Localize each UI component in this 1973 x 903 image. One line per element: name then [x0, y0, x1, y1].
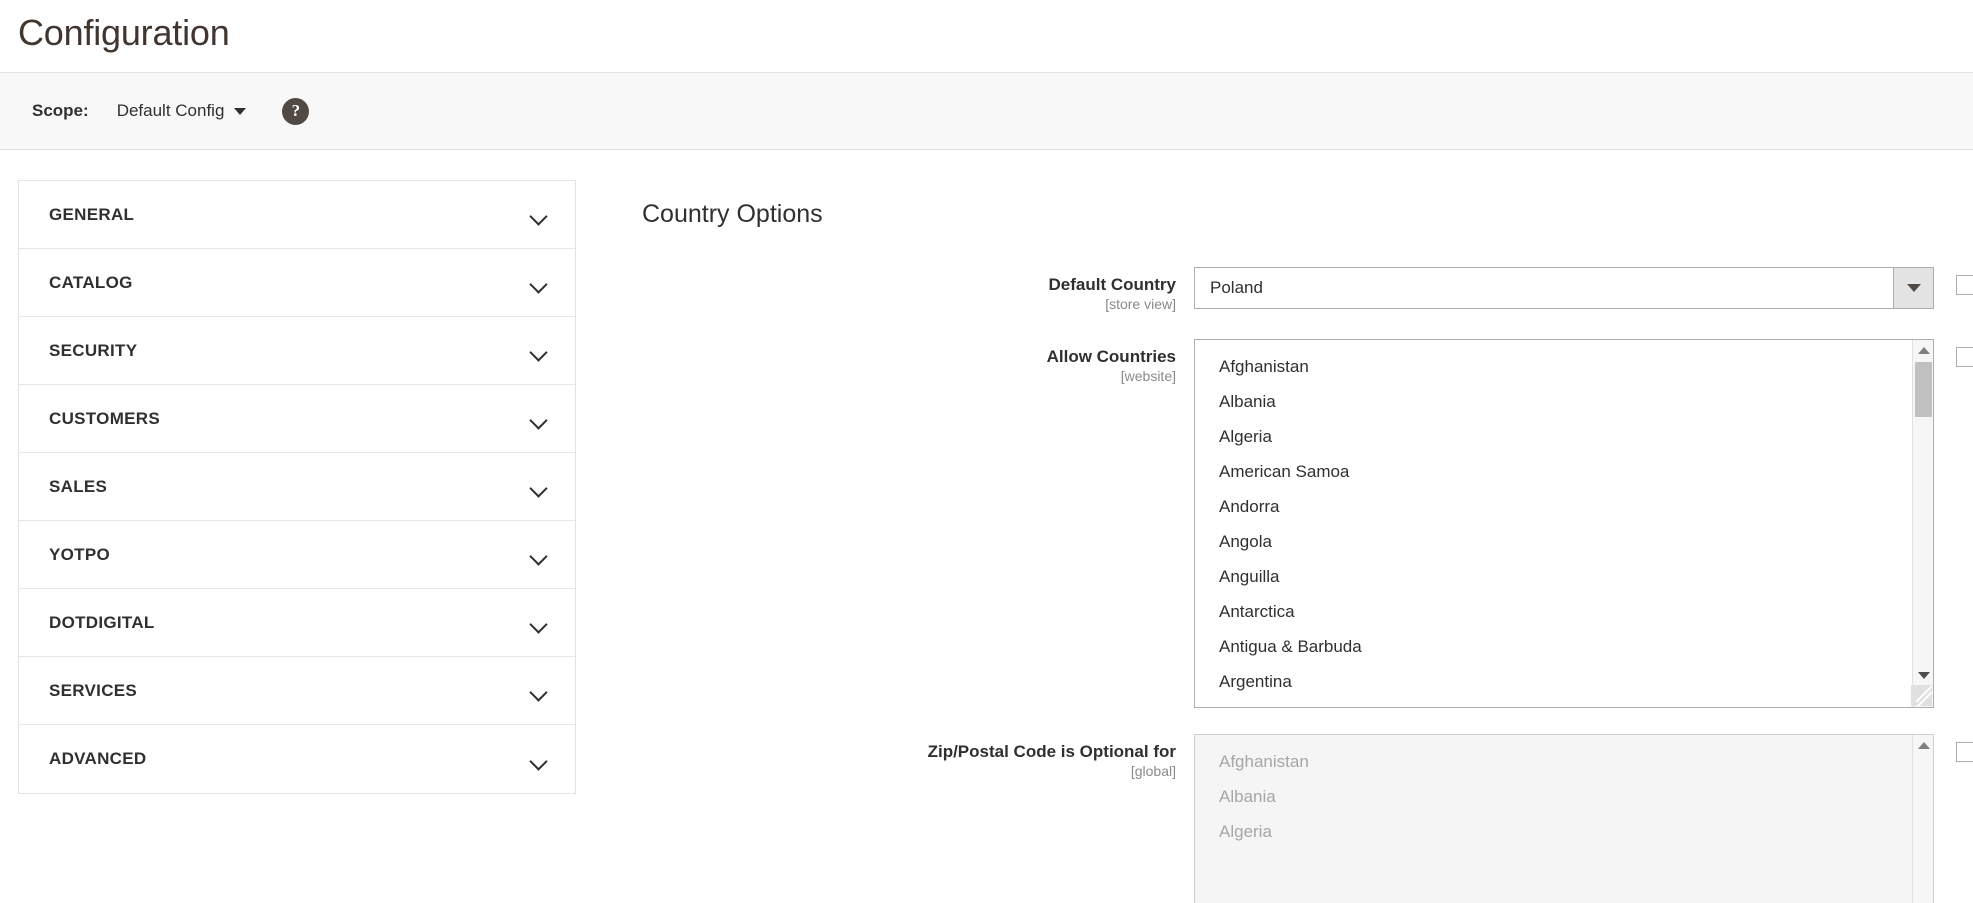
- scrollbar-thumb[interactable]: [1915, 362, 1932, 417]
- scroll-down-arrow-icon[interactable]: [1913, 665, 1933, 685]
- list-item: Algeria: [1219, 822, 1272, 841]
- list-item[interactable]: Afghanistan: [1195, 349, 1933, 384]
- sidebar-item-label: SERVICES: [49, 680, 138, 700]
- list-item: Afghanistan: [1219, 752, 1309, 771]
- page-title: Configuration: [18, 12, 230, 53]
- sidebar-item-services[interactable]: SERVICES: [19, 657, 575, 725]
- allow-countries-option-list: Afghanistan Albania Algeria American Sam…: [1195, 340, 1933, 707]
- configuration-body: GENERAL CATALOG SECURITY CUSTOMERS SALES: [0, 150, 1973, 903]
- scope-switcher-value: Default Config: [116, 101, 225, 120]
- field-label-text: Default Country: [1048, 275, 1177, 294]
- sidebar-item-label: DOTDIGITAL: [49, 612, 155, 632]
- chevron-down-icon: [531, 414, 547, 423]
- sidebar-item-general[interactable]: GENERAL: [19, 181, 575, 249]
- zip-optional-multiselect: Afghanistan Albania Algeria: [1194, 734, 1934, 903]
- list-item[interactable]: Albania: [1195, 384, 1933, 419]
- sidebar-item-yotpo[interactable]: YOTPO: [19, 521, 575, 589]
- list-item[interactable]: Angola: [1195, 524, 1933, 559]
- field-label-text: Zip/Postal Code is Optional for: [927, 742, 1176, 761]
- caret-down-icon: [234, 107, 247, 115]
- sidebar-item-label: SALES: [49, 476, 108, 496]
- sidebar-item-advanced[interactable]: ADVANCED: [19, 725, 575, 793]
- config-sidebar: GENERAL CATALOG SECURITY CUSTOMERS SALES: [0, 180, 576, 903]
- field-zip-optional: Zip/Postal Code is Optional for [global]…: [614, 734, 1973, 903]
- zip-optional-option-list: Afghanistan Albania Algeria: [1195, 735, 1933, 903]
- field-control-zip-optional: Afghanistan Albania Algeria: [1194, 734, 1973, 903]
- question-mark-icon[interactable]: ?: [282, 97, 310, 125]
- sidebar-item-label: YOTPO: [49, 544, 111, 564]
- scope-label: Scope:: [32, 101, 89, 120]
- sidebar-item-security[interactable]: SECURITY: [19, 317, 575, 385]
- sidebar-item-label: GENERAL: [49, 204, 135, 224]
- field-control-default-country: Poland: [1194, 267, 1973, 309]
- chevron-down-icon: [531, 346, 547, 355]
- sidebar-item-sales[interactable]: SALES: [19, 453, 575, 521]
- use-system-value-checkbox-zip-optional[interactable]: [1956, 742, 1973, 762]
- chevron-down-icon: [531, 550, 547, 559]
- field-scope-hint: [store view]: [1105, 296, 1176, 312]
- field-scope-hint: [website]: [1120, 368, 1176, 384]
- checkbox-box[interactable]: [1956, 347, 1973, 367]
- list-item[interactable]: Argentina: [1195, 664, 1933, 699]
- list-item[interactable]: Antarctica: [1195, 594, 1933, 629]
- default-country-value: Poland: [1210, 278, 1263, 297]
- list-item[interactable]: Antigua & Barbuda: [1195, 629, 1933, 664]
- scroll-up-arrow-icon[interactable]: [1913, 340, 1933, 360]
- field-label-zip-optional: Zip/Postal Code is Optional for [global]: [614, 734, 1194, 780]
- field-allow-countries: Allow Countries [website] Afghanistan Al…: [614, 339, 1973, 708]
- allow-countries-scrollbar[interactable]: [1912, 340, 1933, 707]
- scroll-up-arrow-icon[interactable]: [1913, 735, 1933, 755]
- field-label-text: Allow Countries: [1046, 347, 1176, 366]
- allow-countries-multiselect[interactable]: Afghanistan Albania Algeria American Sam…: [1194, 339, 1934, 708]
- chevron-down-icon: [531, 482, 547, 491]
- checkbox-box[interactable]: [1956, 275, 1973, 295]
- scope-bar: Scope: Default Config ?: [0, 72, 1973, 150]
- chevron-down-icon: [531, 618, 547, 627]
- field-control-allow-countries: Afghanistan Albania Algeria American Sam…: [1194, 339, 1973, 708]
- zip-optional-scrollbar[interactable]: [1912, 735, 1933, 903]
- config-nav-panel: GENERAL CATALOG SECURITY CUSTOMERS SALES: [18, 180, 576, 794]
- list-item: Albania: [1219, 787, 1276, 806]
- sidebar-item-dotdigital[interactable]: DOTDIGITAL: [19, 589, 575, 657]
- field-label-allow-countries: Allow Countries [website]: [614, 339, 1194, 385]
- list-item[interactable]: Algeria: [1195, 419, 1933, 454]
- chevron-down-icon: [531, 755, 547, 764]
- page-header: Configuration: [0, 0, 1973, 72]
- checkbox-box[interactable]: [1956, 742, 1973, 762]
- sidebar-item-catalog[interactable]: CATALOG: [19, 249, 575, 317]
- section-title: Country Options: [642, 200, 823, 228]
- resize-grip-icon[interactable]: [1911, 685, 1932, 706]
- field-scope-hint: [global]: [1130, 763, 1176, 779]
- sidebar-item-label: CUSTOMERS: [49, 408, 161, 428]
- chevron-down-icon: [531, 278, 547, 287]
- default-country-select[interactable]: Poland: [1194, 267, 1934, 309]
- use-system-value-checkbox-allow-countries[interactable]: [1956, 347, 1973, 367]
- sidebar-item-label: ADVANCED: [49, 749, 147, 768]
- dropdown-arrow-icon[interactable]: [1893, 268, 1933, 308]
- list-item[interactable]: Andorra: [1195, 489, 1933, 524]
- chevron-down-icon: [531, 210, 547, 219]
- sidebar-item-label: CATALOG: [49, 272, 133, 292]
- scope-switcher[interactable]: Default Config: [117, 101, 247, 121]
- config-main-panel: Country Options Default Country [store v…: [558, 180, 1973, 903]
- field-label-default-country: Default Country [store view]: [614, 267, 1194, 313]
- use-system-value-checkbox-default-country[interactable]: [1956, 275, 1973, 295]
- sidebar-item-label: SECURITY: [49, 340, 138, 360]
- list-item[interactable]: American Samoa: [1195, 454, 1933, 489]
- list-item[interactable]: Anguilla: [1195, 559, 1933, 594]
- field-default-country: Default Country [store view] Poland: [614, 267, 1973, 313]
- sidebar-item-customers[interactable]: CUSTOMERS: [19, 385, 575, 453]
- chevron-down-icon: [531, 686, 547, 695]
